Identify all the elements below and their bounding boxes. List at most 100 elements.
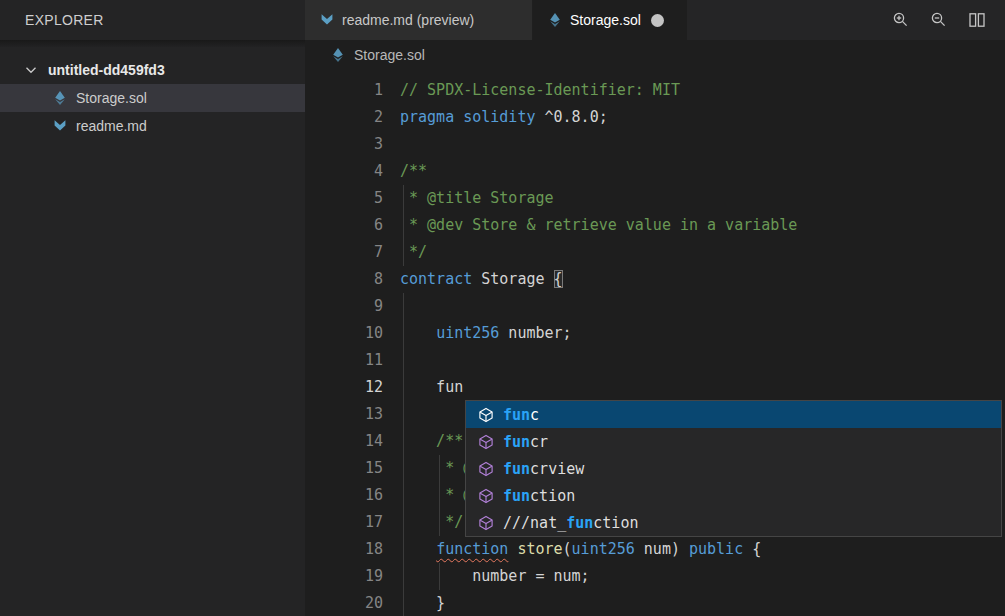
- breadcrumb-label: Storage.sol: [354, 47, 425, 63]
- indent-guide: [403, 590, 404, 616]
- cube-icon: [478, 515, 494, 531]
- code-line-3: 3: [305, 131, 1005, 158]
- split-editor-icon[interactable]: [968, 11, 986, 29]
- line-number: 15: [305, 455, 400, 482]
- zoom-out-icon[interactable]: [930, 11, 948, 29]
- suggest-item-func[interactable]: func: [466, 401, 1001, 428]
- suggest-item-funcr[interactable]: funcr: [466, 428, 1001, 455]
- line-text: /**: [400, 158, 427, 185]
- line-number: 2: [305, 104, 400, 131]
- indent-guide: [403, 509, 404, 536]
- markdown-icon: [319, 12, 335, 28]
- code-line-19: 19 number = num;: [305, 563, 1005, 590]
- tab-bar: readme.md (preview) Storage.sol: [305, 0, 1005, 40]
- suggest-label: funcr: [503, 433, 548, 451]
- line-number: 3: [305, 131, 400, 158]
- indent-guide: [403, 212, 404, 239]
- line-number: 5: [305, 185, 400, 212]
- section-divider: [0, 40, 305, 47]
- indent-guide: [403, 455, 404, 482]
- file-row-readme.md[interactable]: readme.md: [0, 112, 305, 140]
- code-line-6: 6 * @dev Store & retrieve value in a var…: [305, 212, 1005, 239]
- solidity-icon: [52, 90, 68, 106]
- suggest-label: func: [503, 406, 539, 424]
- line-text: * @dev Store & retrieve value in a varia…: [400, 212, 797, 239]
- line-text: * @title Storage: [400, 185, 554, 212]
- code-line-11: 11: [305, 347, 1005, 374]
- tab-label: readme.md (preview): [342, 12, 474, 28]
- line-text: number = num;: [400, 563, 590, 590]
- suggest-widget: func funcr funcrview function ///nat_functio…: [465, 400, 1002, 537]
- indent-guide: [403, 536, 404, 563]
- line-text: /**: [400, 428, 463, 455]
- folder-name: untitled-dd459fd3: [48, 62, 165, 78]
- line-text: pragma solidity ^0.8.0;: [400, 104, 608, 131]
- line-number: 1: [305, 77, 400, 104]
- file-row-Storage.sol[interactable]: Storage.sol: [0, 84, 305, 112]
- folder-row-untitled-dd459fd3[interactable]: untitled-dd459fd3: [0, 56, 305, 84]
- chevron-down-icon: [23, 62, 39, 78]
- explorer-sidebar: EXPLORER untitled-dd459fd3 Storage.sol rea…: [0, 0, 305, 616]
- line-number: 4: [305, 158, 400, 185]
- cube-icon: [478, 488, 494, 504]
- indent-guide: [403, 239, 404, 266]
- code-line-5: 5 * @title Storage: [305, 185, 1005, 212]
- line-number: 7: [305, 239, 400, 266]
- file-name: readme.md: [76, 118, 147, 134]
- indent-guide: [403, 293, 404, 320]
- code-line-7: 7 */: [305, 239, 1005, 266]
- indent-guide: [439, 509, 440, 536]
- code-line-20: 20 }: [305, 590, 1005, 616]
- cube-icon: [478, 407, 494, 423]
- indent-guide: [403, 401, 404, 428]
- line-number: 16: [305, 482, 400, 509]
- code-line-9: 9: [305, 293, 1005, 320]
- line-text: }: [400, 590, 445, 616]
- line-number: 17: [305, 509, 400, 536]
- indent-guide: [439, 482, 440, 509]
- tab-storage.sol[interactable]: Storage.sol: [533, 0, 687, 40]
- suggest-label: ///nat_function: [503, 514, 638, 532]
- line-number: 6: [305, 212, 400, 239]
- code-line-1: 1// SPDX-License-Identifier: MIT: [305, 77, 1005, 104]
- tab-readme.md-preview-[interactable]: readme.md (preview): [305, 0, 533, 40]
- line-text: function store(uint256 num) public {: [400, 536, 761, 563]
- markdown-icon: [52, 118, 68, 134]
- explorer-title: EXPLORER: [25, 12, 104, 28]
- line-text: */: [400, 509, 463, 536]
- code-line-4: 4/**: [305, 158, 1005, 185]
- line-number: 12: [305, 374, 400, 401]
- indent-guide: [403, 428, 404, 455]
- code-editor[interactable]: 1// SPDX-License-Identifier: MIT2pragma …: [305, 70, 1005, 616]
- cube-icon: [478, 434, 494, 450]
- file-name: Storage.sol: [76, 90, 147, 106]
- breadcrumb[interactable]: Storage.sol: [305, 40, 1005, 70]
- tab-label: Storage.sol: [570, 12, 641, 28]
- line-number: 10: [305, 320, 400, 347]
- suggest-item-function[interactable]: function: [466, 482, 1001, 509]
- line-text: contract Storage {: [400, 266, 563, 293]
- suggest-item--nat_function[interactable]: ///nat_function: [466, 509, 1001, 536]
- suggest-item-funcrview[interactable]: funcrview: [466, 455, 1001, 482]
- suggest-label: funcrview: [503, 460, 584, 478]
- line-text: uint256 number;: [400, 320, 572, 347]
- indent-guide: [403, 482, 404, 509]
- indent-guide: [403, 347, 404, 374]
- line-number: 19: [305, 563, 400, 590]
- editor-group: readme.md (preview) Storage.sol Storage.s…: [305, 0, 1005, 616]
- code-line-10: 10 uint256 number;: [305, 320, 1005, 347]
- file-tree: untitled-dd459fd3 Storage.sol readme.md: [0, 47, 305, 140]
- line-number: 9: [305, 293, 400, 320]
- code-line-8: 8contract Storage {: [305, 266, 1005, 293]
- indent-guide: [403, 374, 404, 401]
- line-number: 13: [305, 401, 400, 428]
- code-line-18: 18 function store(uint256 num) public {: [305, 536, 1005, 563]
- zoom-in-icon[interactable]: [892, 11, 910, 29]
- line-number: 20: [305, 590, 400, 616]
- unsaved-dot[interactable]: [651, 14, 664, 27]
- indent-guide: [439, 563, 440, 590]
- indent-guide: [403, 185, 404, 212]
- line-number: 18: [305, 536, 400, 563]
- line-number: 11: [305, 347, 400, 374]
- solidity-icon: [330, 47, 346, 63]
